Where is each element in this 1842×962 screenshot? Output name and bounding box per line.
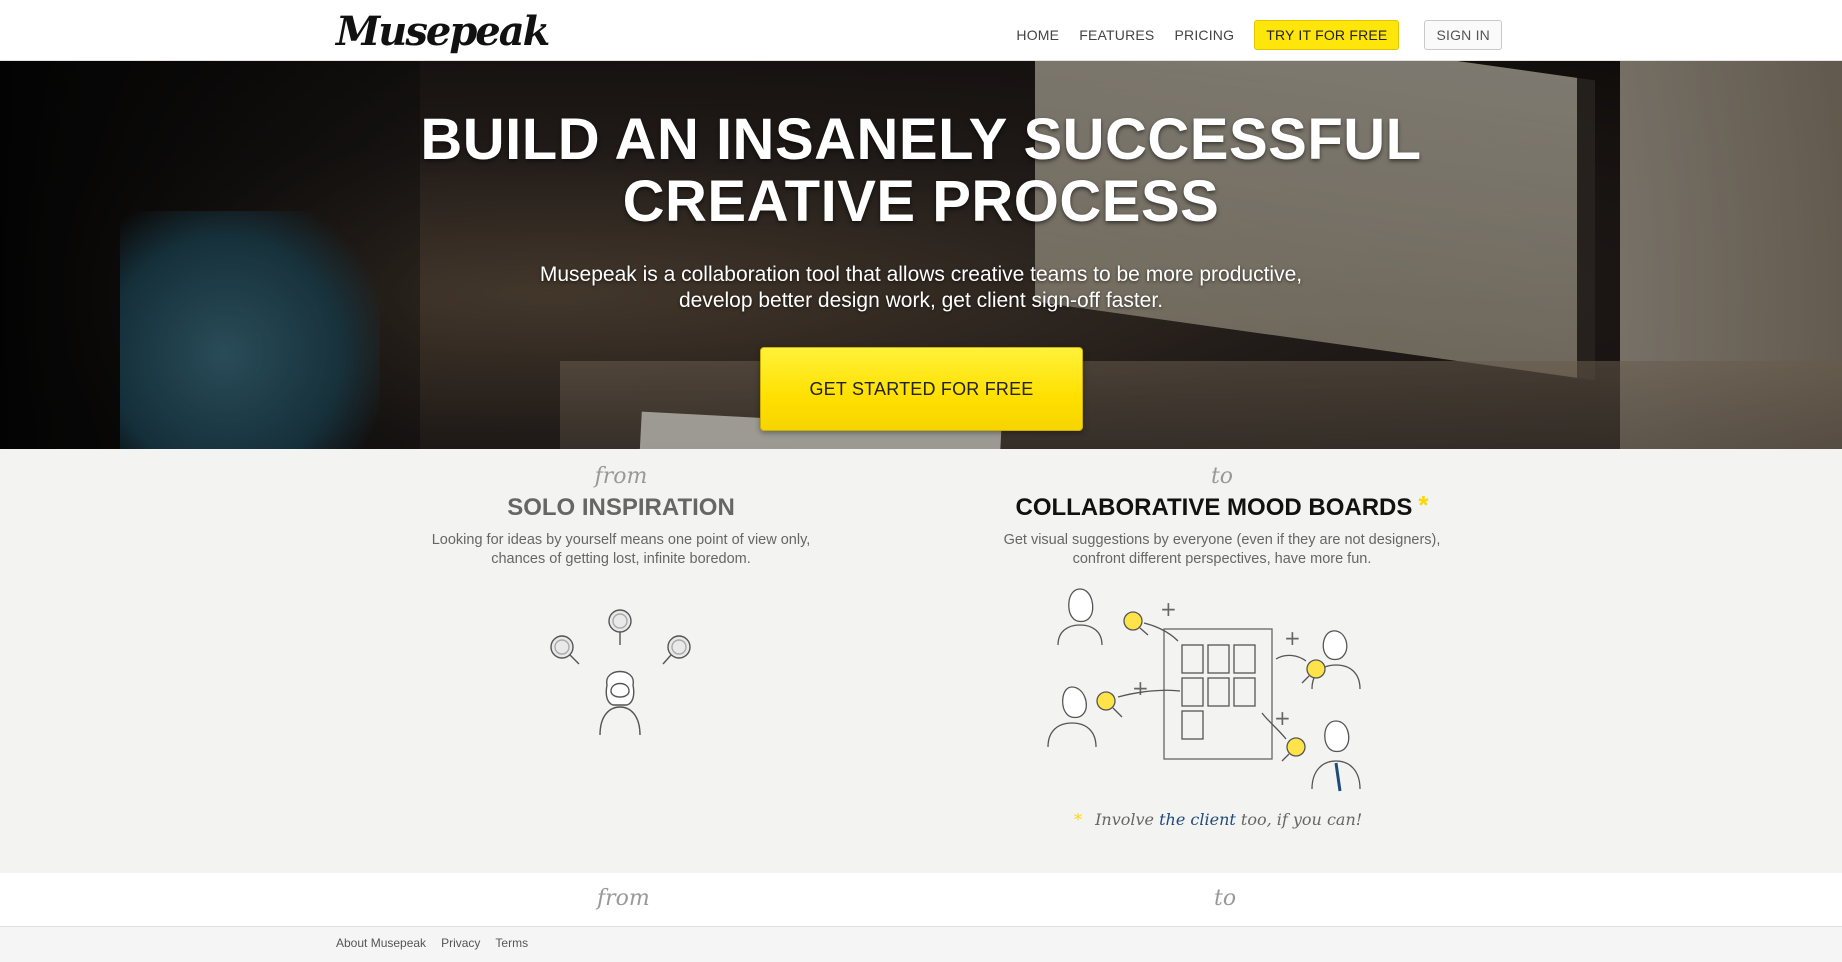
footer-links: About Musepeak Privacy Terms <box>336 935 543 951</box>
sign-in-button[interactable]: SIGN IN <box>1424 20 1502 50</box>
feature-description: Looking for ideas by yourself means one … <box>371 531 871 569</box>
magnifier-icon <box>1096 691 1123 718</box>
feature-description-line: Get visual suggestions by everyone (even… <box>1003 532 1441 548</box>
asterisk-icon: * <box>1418 490 1429 520</box>
solo-inspiration-illustration <box>550 609 691 736</box>
feature-description: Get visual suggestions by everyone (even… <box>972 531 1472 569</box>
from-label: from <box>594 464 648 489</box>
hero-banner: BUILD AN INSANELY SUCCESSFUL CREATIVE PR… <box>0 61 1842 449</box>
get-started-button[interactable]: GET STARTED FOR FREE <box>760 347 1083 431</box>
hero-title-line: BUILD AN INSANELY SUCCESSFUL <box>420 107 1422 172</box>
arrow-icon <box>1117 689 1181 698</box>
asterisk-icon: * <box>1074 810 1082 829</box>
feature-title: COLLABORATIVE MOOD BOARDS * <box>972 490 1472 523</box>
plus-icon: + <box>1274 706 1291 730</box>
footer: About Musepeak Privacy Terms <box>0 926 1842 962</box>
nav-pricing-link[interactable]: PRICING <box>1174 20 1234 50</box>
person-icon <box>1057 588 1103 646</box>
try-it-free-button[interactable]: TRY IT FOR FREE <box>1254 20 1400 50</box>
feature-description-line: confront different perspectives, have mo… <box>1072 551 1372 567</box>
involve-text: Involve <box>1095 810 1155 829</box>
feature-description-line: Looking for ideas by yourself means one … <box>431 532 811 548</box>
hero-title: BUILD AN INSANELY SUCCESSFUL CREATIVE PR… <box>0 109 1842 233</box>
involve-text: too, if you can! <box>1240 810 1363 829</box>
main-nav: HOME FEATURES PRICING TRY IT FOR FREE SI… <box>996 20 1502 50</box>
magnifier-icon <box>608 609 632 645</box>
magnifier-icon <box>550 635 580 665</box>
next-feature-section: from to <box>0 873 1842 927</box>
nav-features-link[interactable]: FEATURES <box>1079 20 1154 50</box>
feature-title: SOLO INSPIRATION <box>507 494 735 521</box>
involve-client-highlight: the client <box>1159 810 1236 829</box>
involve-client-note: * Involve the client too, if you can! <box>1074 809 1362 831</box>
feature-description-line: chances of getting lost, infinite boredo… <box>491 551 751 567</box>
person-icon <box>1047 686 1097 748</box>
person-icon <box>599 670 641 736</box>
arrow-icon <box>1143 622 1179 642</box>
hero-subtitle-line: develop better design work, get client s… <box>678 289 1164 312</box>
feature-collab: to COLLABORATIVE MOOD BOARDS * Get visual… <box>972 449 1472 569</box>
features-section: from SOLO INSPIRATION Looking for ideas … <box>0 449 1842 873</box>
footer-privacy-link[interactable]: Privacy <box>441 935 480 951</box>
person-icon <box>1311 720 1361 792</box>
musepeak-logo[interactable]: Musepeak <box>336 8 550 56</box>
arrow-icon <box>1275 654 1307 662</box>
from-label: from <box>597 886 650 911</box>
feature-title-text: COLLABORATIVE MOOD BOARDS <box>1015 494 1413 521</box>
to-label: to <box>1210 464 1234 489</box>
to-label: to <box>1214 886 1237 911</box>
hero-subtitle: Musepeak is a collaboration tool that al… <box>0 262 1842 314</box>
collaborative-moodboard-illustration: + + + + <box>1047 588 1361 792</box>
plus-icon: + <box>1132 676 1149 700</box>
footer-terms-link[interactable]: Terms <box>495 935 528 951</box>
plus-icon: + <box>1160 597 1177 621</box>
moodboard-icon <box>1163 628 1273 760</box>
feature-solo: from SOLO INSPIRATION Looking for ideas … <box>371 449 871 569</box>
plus-icon: + <box>1284 626 1301 650</box>
hero-title-line: CREATIVE PROCESS <box>622 169 1220 234</box>
magnifier-icon <box>1281 737 1306 762</box>
magnifier-icon <box>662 635 691 665</box>
top-header: Musepeak HOME FEATURES PRICING TRY IT FO… <box>0 0 1842 61</box>
hero-subtitle-line: Musepeak is a collaboration tool that al… <box>539 263 1303 286</box>
nav-home-link[interactable]: HOME <box>1016 20 1059 50</box>
footer-about-link[interactable]: About Musepeak <box>336 935 426 951</box>
